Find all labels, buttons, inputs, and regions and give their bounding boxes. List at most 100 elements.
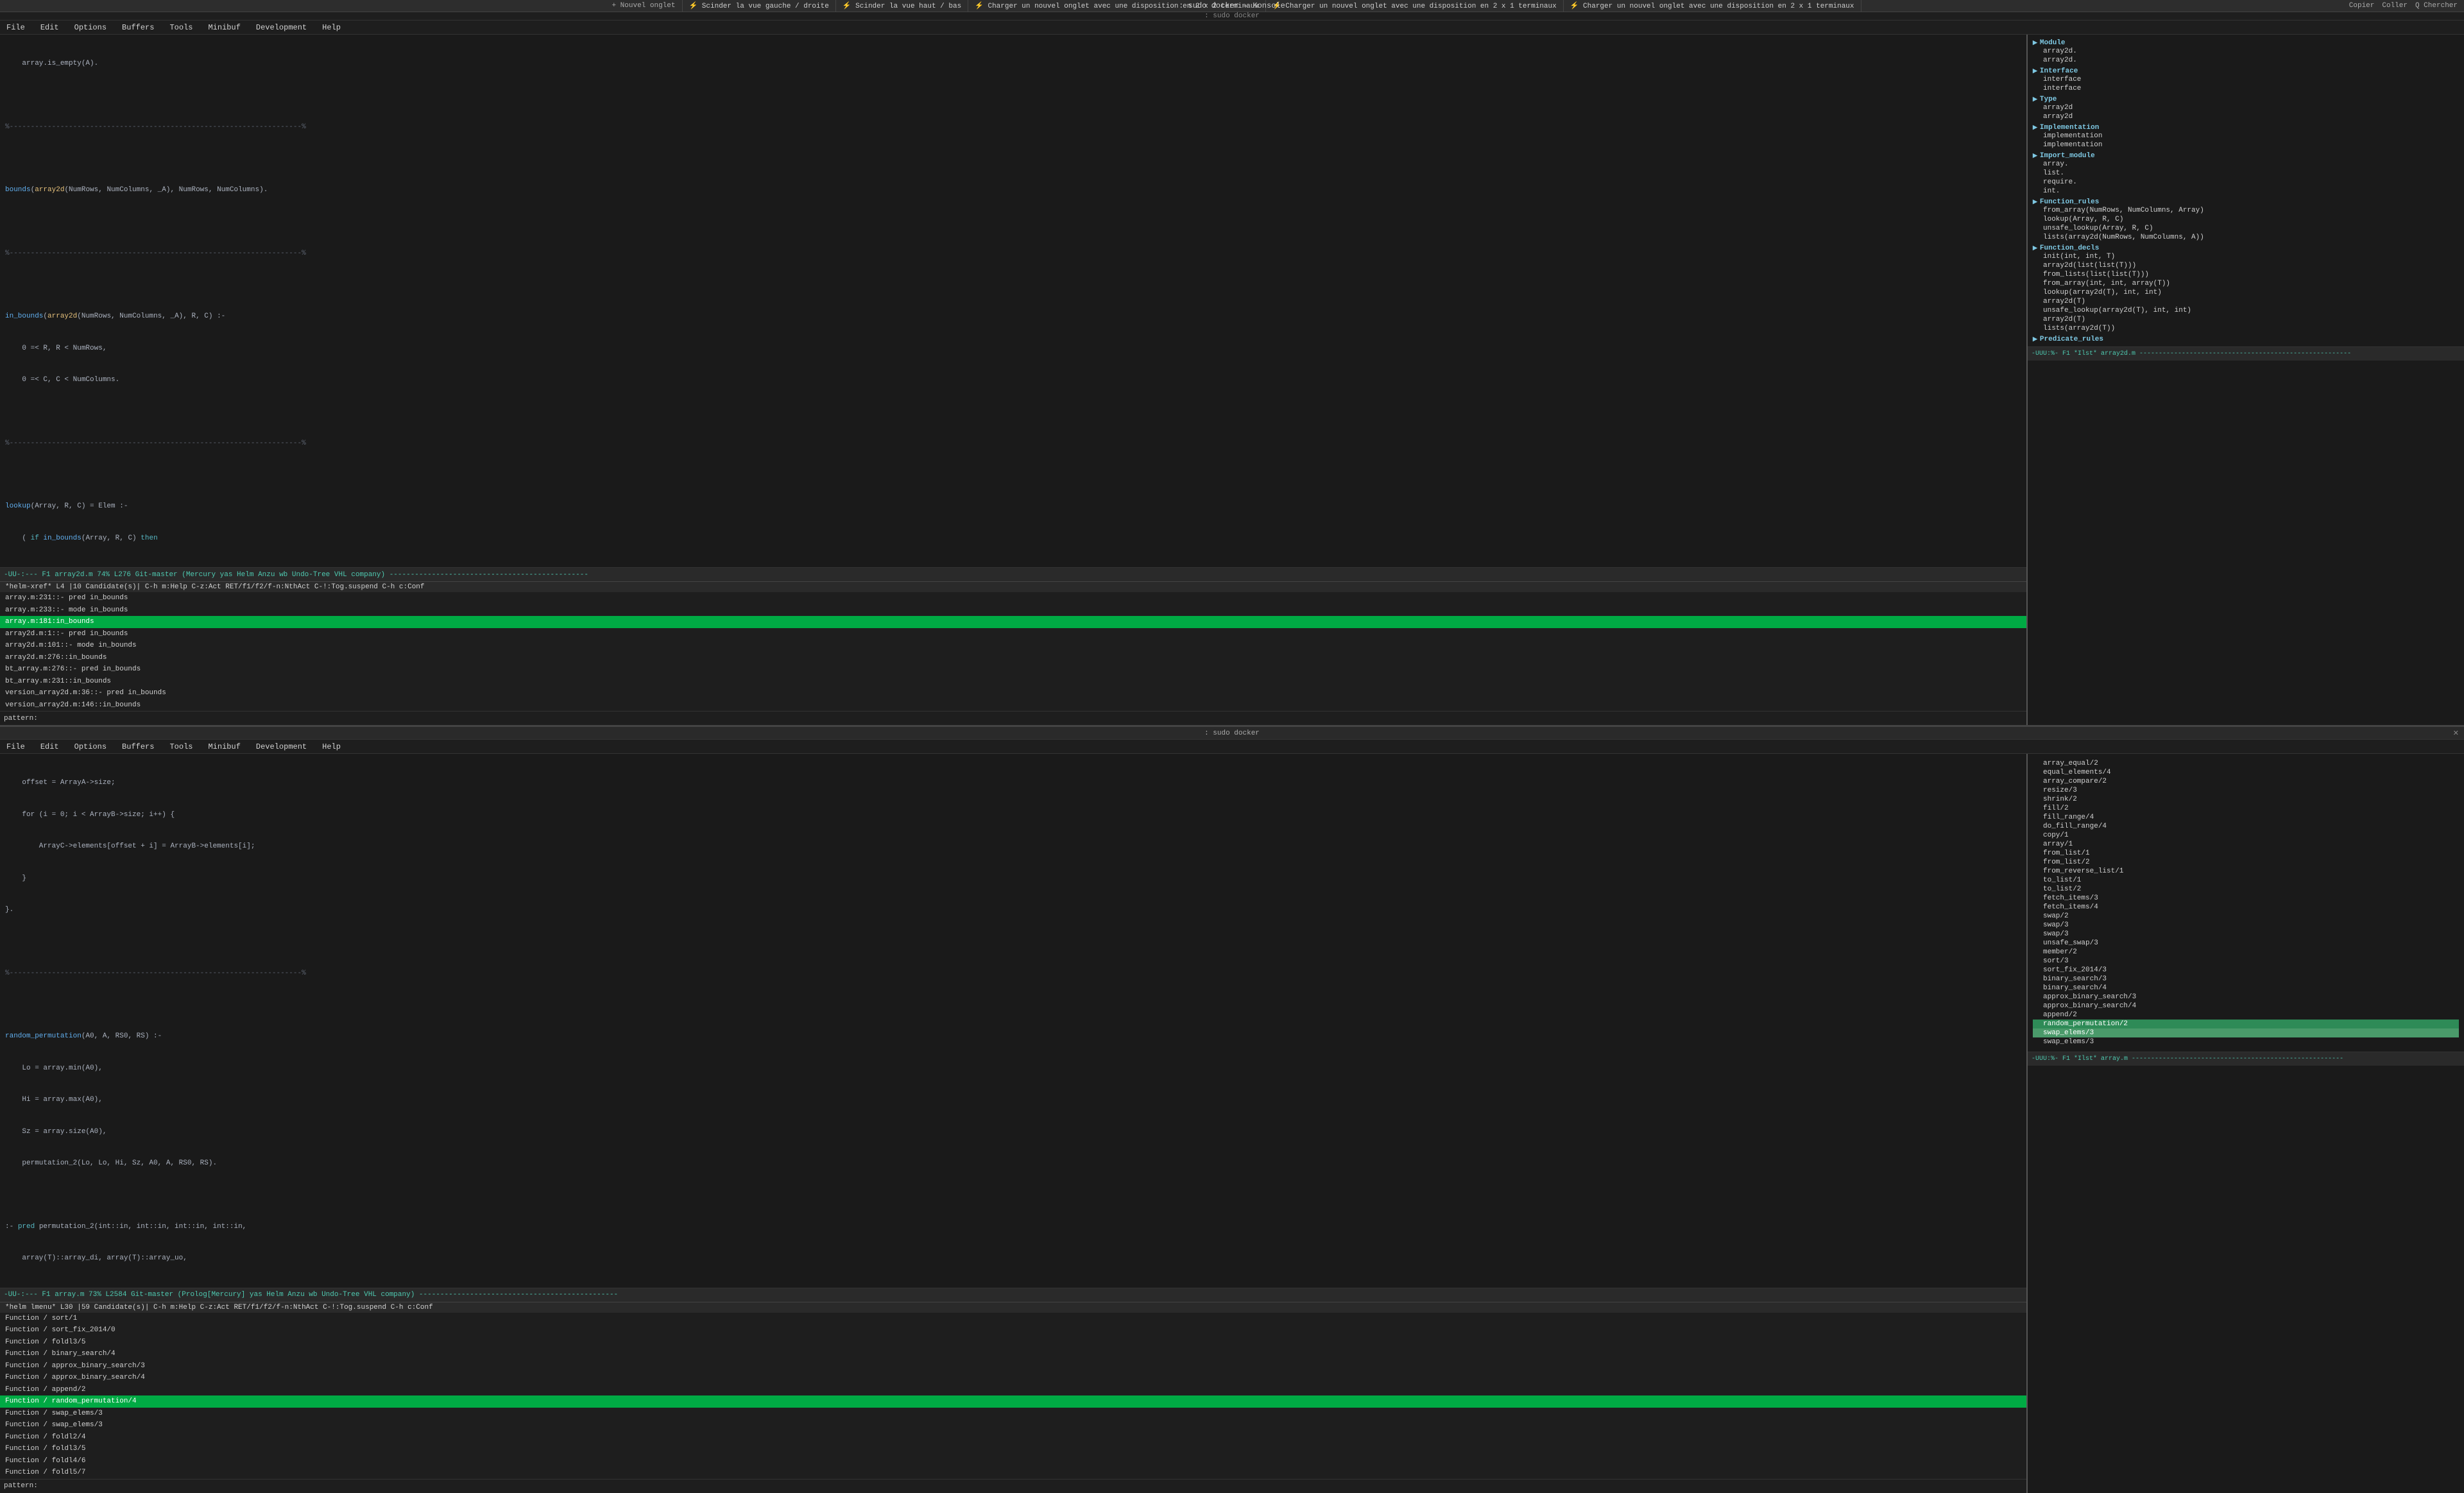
helm-item-8[interactable]: version_array2d.m:36::- pred in_bounds [0,687,2026,699]
bottom-sidebar-item-0[interactable]: array_equal/2 [2033,759,2459,768]
bottom-helm-item-5[interactable]: Function / approx_binary_search/4 [0,1372,2026,1384]
pane-close-button[interactable]: ✕ [2453,729,2459,738]
helm-item-0[interactable]: array.m:231::- pred in_bounds [0,592,2026,604]
helm-item-4[interactable]: array2d.m:101::- mode in_bounds [0,640,2026,652]
bottom-sidebar-item-5[interactable]: fill/2 [2033,804,2459,813]
bottom-sidebar-item-20[interactable]: unsafe_swap/3 [2033,939,2459,948]
sidebar-item-funcdecl-3[interactable]: from_lists(list(list(T))) [2033,270,2459,279]
menu-help-top[interactable]: Help [320,23,343,32]
bottom-sidebar-item-8[interactable]: copy/1 [2033,831,2459,840]
bottom-helm-item-12[interactable]: Function / foldl4/6 [0,1455,2026,1467]
bottom-sidebar-item-15[interactable]: fetch_items/3 [2033,894,2459,903]
bottom-sidebar-item-19[interactable]: swap/3 [2033,930,2459,939]
bottom-sidebar-item-25[interactable]: binary_search/4 [2033,984,2459,993]
layout-2x1-button-2[interactable]: ⚡ Charger un nouvel onglet avec une disp… [1564,0,1861,12]
sidebar-item-import-4[interactable]: int. [2033,187,2459,196]
bottom-sidebar-item-14[interactable]: to_list/2 [2033,885,2459,894]
menu-help-bottom[interactable]: Help [320,742,343,751]
bottom-sidebar-item-6[interactable]: fill_range/4 [2033,813,2459,822]
sidebar-item-impl-1[interactable]: implementation [2033,132,2459,141]
bottom-sidebar-item-11[interactable]: from_list/2 [2033,858,2459,867]
bottom-helm-item-6[interactable]: Function / append/2 [0,1384,2026,1396]
bottom-sidebar-item-30[interactable]: swap_elems/3 [2033,1028,2459,1037]
sidebar-item-interface-1[interactable]: interface [2033,75,2459,84]
bottom-helm-list[interactable]: Function / sort/1 Function / sort_fix_20… [0,1313,2026,1479]
bottom-sidebar-item-23[interactable]: sort_fix_2014/3 [2033,966,2459,975]
bottom-sidebar-item-2[interactable]: array_compare/2 [2033,777,2459,786]
bottom-helm-item-13[interactable]: Function / foldl5/7 [0,1467,2026,1479]
menu-options-bottom[interactable]: Options [72,742,109,751]
menu-development-top[interactable]: Development [253,23,309,32]
sidebar-item-funcdecl-7[interactable]: unsafe_lookup(array2d(T), int, int) [2033,306,2459,315]
bottom-helm-item-4[interactable]: Function / approx_binary_search/3 [0,1360,2026,1372]
menu-buffers-top[interactable]: Buffers [119,23,157,32]
split-left-right-button[interactable]: ⚡ Scinder la vue gauche / droite [683,0,836,12]
bottom-sidebar-item-1[interactable]: equal_elements/4 [2033,768,2459,777]
sidebar-item-import-1[interactable]: array. [2033,160,2459,169]
bottom-sidebar-item-24[interactable]: binary_search/3 [2033,975,2459,984]
bottom-helm-item-9[interactable]: Function / swap_elems/3 [0,1419,2026,1431]
bottom-sidebar-item-26[interactable]: approx_binary_search/3 [2033,993,2459,1002]
sidebar-item-interface-2[interactable]: interface [2033,84,2459,93]
bottom-helm-item-10[interactable]: Function / foldl2/4 [0,1431,2026,1444]
helm-item-6[interactable]: bt_array.m:276::- pred in_bounds [0,663,2026,676]
sidebar-item-funcdecl-2[interactable]: array2d(list(list(T))) [2033,261,2459,270]
bottom-sidebar-item-3[interactable]: resize/3 [2033,786,2459,795]
sidebar-item-funcdecl-4[interactable]: from_array(int, int, array(T)) [2033,279,2459,288]
sidebar-item-import-3[interactable]: require. [2033,178,2459,187]
sidebar-item-funcdecl-1[interactable]: init(int, int, T) [2033,252,2459,261]
bottom-sidebar-item-10[interactable]: from_list/1 [2033,849,2459,858]
menu-edit-bottom[interactable]: Edit [38,742,62,751]
sidebar-header-interface[interactable]: Interface [2033,67,2459,75]
menu-file-top[interactable]: File [4,23,28,32]
bottom-helm-item-8[interactable]: Function / swap_elems/3 [0,1408,2026,1420]
sidebar-header-funcrules[interactable]: Function_rules [2033,198,2459,206]
menu-file-bottom[interactable]: File [4,742,28,751]
menu-options-top[interactable]: Options [72,23,109,32]
bottom-sidebar-item-21[interactable]: member/2 [2033,948,2459,957]
sidebar-header-import[interactable]: Import_module [2033,152,2459,160]
bottom-sidebar-item-31[interactable]: swap_elems/3 [2033,1037,2459,1046]
bottom-helm-item-3[interactable]: Function / binary_search/4 [0,1348,2026,1360]
helm-item-3[interactable]: array2d.m:1::- pred in_bounds [0,628,2026,640]
menu-tools-top[interactable]: Tools [167,23,195,32]
menu-tools-bottom[interactable]: Tools [167,742,195,751]
sidebar-item-funcdecl-9[interactable]: lists(array2d(T)) [2033,324,2459,333]
sidebar-item-module-1[interactable]: array2d. [2033,47,2459,56]
sidebar-header-funcdecls[interactable]: Function_decls [2033,244,2459,252]
search-button[interactable]: Q Chercher [2415,2,2458,10]
bottom-sidebar-item-18[interactable]: swap/3 [2033,921,2459,930]
bottom-sidebar-item-22[interactable]: sort/3 [2033,957,2459,966]
new-tab-button[interactable]: + Nouvel onglet [605,0,682,12]
sidebar-header-type[interactable]: Type [2033,96,2459,103]
bottom-sidebar-item-13[interactable]: to_list/1 [2033,876,2459,885]
bottom-helm-item-0[interactable]: Function / sort/1 [0,1313,2026,1325]
bottom-sidebar-item-27[interactable]: approx_binary_search/4 [2033,1002,2459,1011]
bottom-sidebar-item-28[interactable]: append/2 [2033,1011,2459,1020]
menu-minibuf-top[interactable]: Minibuf [205,23,243,32]
split-top-bottom-button[interactable]: ⚡ Scinder la vue haut / bas [836,0,968,12]
sidebar-header-implementation[interactable]: Implementation [2033,124,2459,132]
menu-edit-top[interactable]: Edit [38,23,62,32]
sidebar-header-module[interactable]: Module [2033,39,2459,47]
helm-item-5[interactable]: array2d.m:276::in_bounds [0,652,2026,664]
bottom-helm-item-1[interactable]: Function / sort_fix_2014/0 [0,1324,2026,1336]
menu-minibuf-bottom[interactable]: Minibuf [205,742,243,751]
sidebar-item-impl-2[interactable]: implementation [2033,141,2459,149]
sidebar-item-funcrule-1[interactable]: from_array(NumRows, NumColumns, Array) [2033,206,2459,215]
sidebar-item-type-2[interactable]: array2d [2033,112,2459,121]
bottom-sidebar-item-9[interactable]: array/1 [2033,840,2459,849]
bottom-sidebar-item-29[interactable]: random_permutation/2 [2033,1020,2459,1028]
sidebar-item-module-2[interactable]: array2d. [2033,56,2459,65]
layout-2x1-button-1[interactable]: ⚡ Charger un nouvel onglet avec une disp… [1266,0,1564,12]
copy-button[interactable]: Copier [2349,2,2375,10]
bottom-sidebar-item-4[interactable]: shrink/2 [2033,795,2459,804]
sidebar-item-funcrule-3[interactable]: unsafe_lookup(Array, R, C) [2033,224,2459,233]
menu-buffers-bottom[interactable]: Buffers [119,742,157,751]
bottom-helm-item-7[interactable]: Function / random_permutation/4 [0,1395,2026,1408]
bottom-sidebar-item-16[interactable]: fetch_items/4 [2033,903,2459,912]
bottom-sidebar-item-12[interactable]: from_reverse_list/1 [2033,867,2459,876]
sidebar-item-import-2[interactable]: list. [2033,169,2459,178]
helm-item-7[interactable]: bt_array.m:231::in_bounds [0,676,2026,688]
menu-development-bottom[interactable]: Development [253,742,309,751]
